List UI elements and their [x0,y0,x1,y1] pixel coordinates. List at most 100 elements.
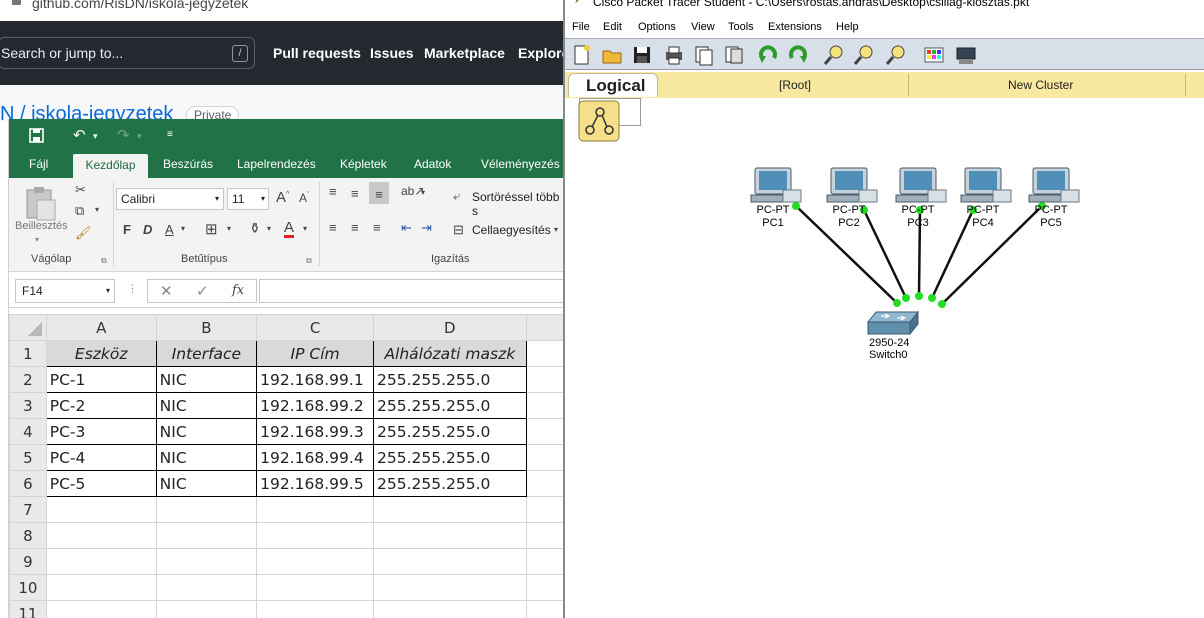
cell[interactable] [45,574,157,601]
decrease-indent-icon[interactable]: ⇤ [401,220,412,236]
format-painter-icon[interactable]: 🖌 [75,225,92,241]
row-header[interactable]: 8 [9,522,47,549]
cell[interactable]: 255.255.255.0 [373,392,527,419]
cell[interactable]: 192.168.99.4 [256,444,374,471]
tab-insert[interactable]: Beszúrás [163,157,213,171]
borders-icon[interactable]: ⊞ [205,220,218,238]
row-header[interactable]: 11 [9,600,47,618]
cell[interactable]: Interface [155,340,258,367]
redo-dropdown-icon[interactable]: ▾ [137,131,142,142]
borders-dropdown-icon[interactable]: ▾ [227,224,231,233]
column-header[interactable]: C [256,314,374,341]
cell[interactable]: PC-3 [45,418,157,445]
row-header[interactable]: 6 [9,470,47,497]
cell[interactable] [525,444,566,471]
tab-page-layout[interactable]: Lapelrendezés [237,157,316,171]
cell[interactable] [256,574,374,601]
row-header[interactable]: 2 [9,366,47,393]
cell[interactable]: IP Cím [256,340,374,367]
cell[interactable] [525,392,566,419]
cell[interactable] [525,522,566,549]
merge-dropdown-icon[interactable]: ▾ [554,225,558,234]
column-header[interactable]: A [45,314,157,341]
paste-dropdown-icon[interactable]: ▾ [35,235,39,244]
zoom-out-icon[interactable] [885,44,907,66]
network-link[interactable] [862,209,908,299]
cell[interactable] [45,600,157,618]
wrap-text-label[interactable]: Sortöréssel több s [472,190,566,218]
redo-icon[interactable] [787,44,809,66]
cell[interactable]: 255.255.255.0 [373,418,527,445]
decrease-font-icon[interactable]: Aˇ [299,191,309,205]
row-header[interactable]: 10 [9,574,47,601]
nav-issues[interactable]: Issues [370,45,414,61]
font-launcher-icon[interactable]: ⧉ [306,256,312,266]
cell[interactable] [525,496,566,523]
cell[interactable]: PC-1 [45,366,157,393]
zoom-reset-icon[interactable] [853,44,875,66]
fill-color-icon[interactable]: ⚱ [249,220,261,237]
column-header[interactable] [525,314,566,341]
cell[interactable] [155,522,258,549]
cell[interactable]: 255.255.255.0 [373,366,527,393]
cell[interactable] [155,574,258,601]
row-header[interactable]: 9 [9,548,47,575]
cell[interactable]: 192.168.99.3 [256,418,374,445]
copy-icon[interactable]: ⧉ [75,203,84,219]
cell[interactable] [373,496,527,523]
align-center-icon[interactable]: ≡ [351,220,359,235]
undo-icon[interactable]: ↶ [73,126,86,144]
nav-pull-requests[interactable]: Pull requests [273,45,361,61]
wrap-text-icon[interactable]: ⤶ [453,188,460,204]
undo-icon[interactable] [757,44,779,66]
menu-edit[interactable]: Edit [603,21,622,33]
nav-explore[interactable]: Explore [518,45,569,61]
tab-file[interactable]: Fájl [29,157,48,171]
paste-label[interactable]: Beillesztés [15,220,68,232]
cell[interactable]: PC-4 [45,444,157,471]
cell[interactable] [525,548,566,575]
root-label[interactable]: [Root] [779,78,811,92]
align-middle-icon[interactable]: ≡ [351,186,359,201]
row-header[interactable]: 3 [9,392,47,419]
customize-qat-icon[interactable]: ≡ [167,129,173,140]
cell[interactable]: NIC [155,418,258,445]
menu-options[interactable]: Options [638,21,676,33]
cell[interactable] [525,470,566,497]
cell[interactable]: NIC [155,444,258,471]
cell[interactable] [373,522,527,549]
tab-home[interactable]: Kezdőlap [73,154,148,178]
merge-cells-label[interactable]: Cellaegyesítés [472,223,551,237]
open-folder-icon[interactable] [601,44,623,66]
column-header[interactable]: D [373,314,527,341]
cell[interactable] [525,574,566,601]
underline-icon[interactable]: A [165,222,174,237]
cut-icon[interactable]: ✂ [75,182,86,198]
pc-device[interactable]: PC-PTPC5 [1028,167,1080,229]
cell[interactable] [256,496,374,523]
clipboard-launcher-icon[interactable]: ⧉ [101,256,107,266]
cell[interactable]: Alhálózati maszk [373,340,527,367]
font-color-icon[interactable]: A [284,220,295,238]
github-search-input[interactable]: Search or jump to... / [0,37,255,69]
cell[interactable] [256,548,374,575]
cell[interactable]: PC-2 [45,392,157,419]
insert-function-icon[interactable]: fx [232,283,244,298]
cell[interactable] [525,418,566,445]
font-name-select[interactable]: Calibri ▾ [116,188,224,210]
cell[interactable] [373,574,527,601]
cell[interactable] [155,496,258,523]
save-icon[interactable] [29,128,44,143]
cell[interactable]: 192.168.99.5 [256,470,374,497]
new-cluster-label[interactable]: New Cluster [1008,78,1073,92]
copy-dropdown-icon[interactable]: ▾ [95,205,99,214]
increase-indent-icon[interactable]: ⇥ [421,220,432,236]
cell[interactable] [525,366,566,393]
browser-url-bar[interactable]: github.com/RisDN/iskola-jegyzetek [0,0,565,20]
column-header[interactable]: B [155,314,258,341]
select-all-corner[interactable] [9,314,47,341]
underline-dropdown-icon[interactable]: ▾ [181,224,185,233]
fill-color-dropdown-icon[interactable]: ▾ [267,224,271,233]
increase-font-icon[interactable]: A^ [276,189,289,206]
cell[interactable]: NIC [155,470,258,497]
